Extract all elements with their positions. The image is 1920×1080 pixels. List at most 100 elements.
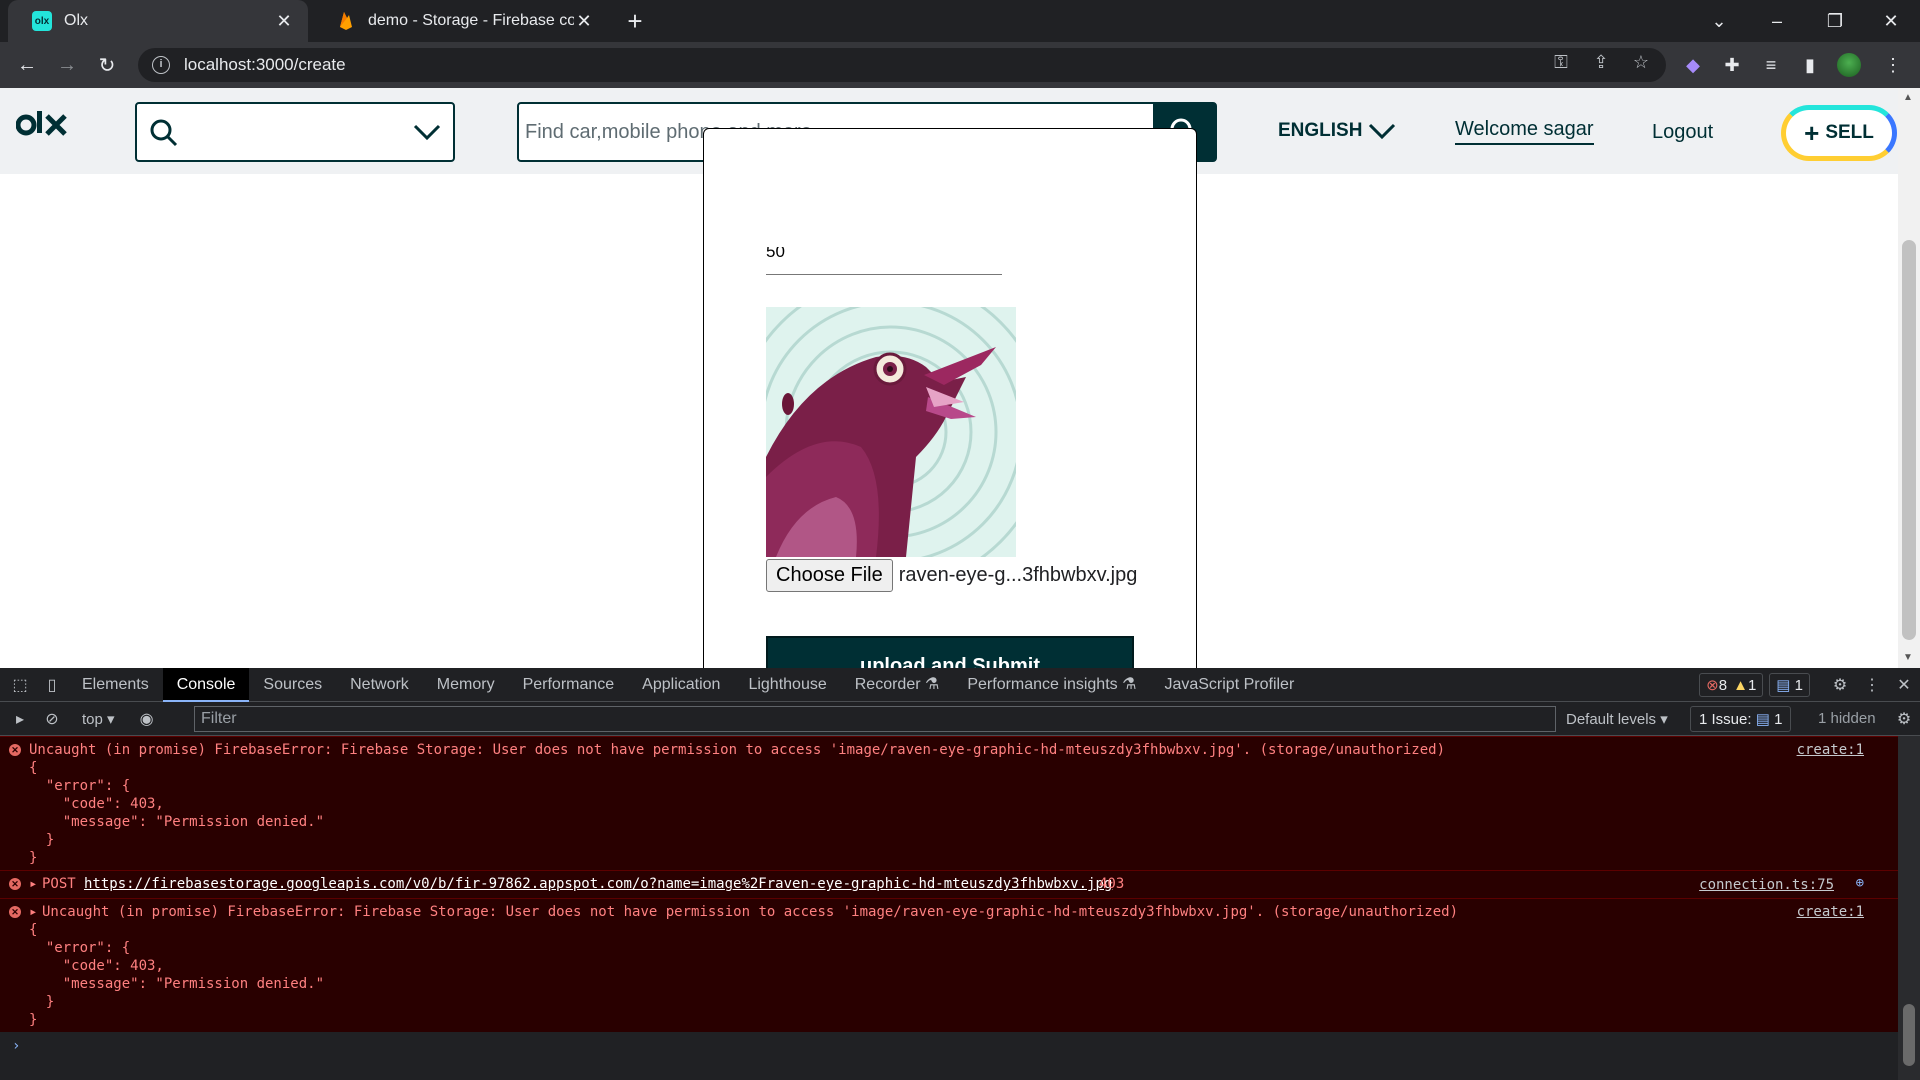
- expand-arrow-icon[interactable]: ▸: [29, 904, 37, 920]
- password-key-icon[interactable]: ⚿: [1548, 49, 1574, 75]
- message-icon: ▤: [1776, 677, 1791, 694]
- tab-search-icon[interactable]: ⌄: [1690, 0, 1748, 42]
- status-code: 403: [1099, 876, 1125, 892]
- settings-gear-icon[interactable]: ⚙: [1824, 668, 1856, 702]
- olx-logo[interactable]: [15, 108, 76, 148]
- info-count: 1: [1794, 676, 1803, 694]
- tab-olx[interactable]: olx Olx ✕: [8, 0, 308, 42]
- scroll-up-icon[interactable]: ▲: [1903, 92, 1913, 103]
- tab-memory[interactable]: Memory: [423, 668, 509, 702]
- levels-label: Default levels: [1566, 711, 1657, 728]
- tab-performance[interactable]: Performance: [509, 668, 629, 702]
- console-scrollbar[interactable]: [1898, 736, 1920, 1080]
- tab-network[interactable]: Network: [336, 668, 423, 702]
- tab-strip: olx Olx ✕ demo - Storage - Firebase cons…: [0, 0, 1920, 42]
- device-toolbar-icon[interactable]: ▯: [36, 668, 68, 702]
- error-text[interactable]: Uncaught (in promise) FirebaseError: Fir…: [29, 742, 1445, 758]
- message-icon: ▤: [1755, 711, 1770, 728]
- issues-count: 1: [1774, 710, 1783, 728]
- firebase-favicon-icon: [336, 11, 356, 31]
- console-error-message[interactable]: ✕ ▸ Uncaught (in promise) FirebaseError:…: [0, 898, 1898, 1032]
- sidebar-toggle-icon[interactable]: ▸: [4, 702, 36, 736]
- tab-performance-insights[interactable]: Performance insights ⚗: [953, 668, 1150, 702]
- reload-button[interactable]: ↻: [92, 50, 122, 80]
- welcome-user[interactable]: Welcome sagar: [1455, 118, 1594, 145]
- issues-badge[interactable]: 1 Issue: ▤ 1: [1690, 706, 1792, 732]
- json-line: }: [29, 994, 55, 1010]
- window-close-button[interactable]: ✕: [1862, 0, 1920, 42]
- bookmark-star-icon[interactable]: ☆: [1628, 49, 1654, 75]
- logout-link[interactable]: Logout: [1652, 121, 1713, 144]
- page-scrollbar[interactable]: ▲ ▼: [1898, 88, 1920, 668]
- json-line: "code": 403,: [29, 796, 164, 812]
- flask-icon: ⚗: [1122, 675, 1137, 693]
- site-info-icon[interactable]: i: [152, 56, 170, 74]
- console-prompt[interactable]: ›: [12, 1038, 20, 1054]
- chevron-down-icon[interactable]: [413, 122, 441, 147]
- source-link[interactable]: create:1: [1797, 742, 1864, 758]
- live-expression-eye-icon[interactable]: ◉: [131, 702, 163, 736]
- tab-javascript-profiler[interactable]: JavaScript Profiler: [1150, 668, 1308, 702]
- console-error-message[interactable]: ✕ Uncaught (in promise) FirebaseError: F…: [0, 736, 1898, 870]
- tab-elements[interactable]: Elements: [68, 668, 163, 702]
- forward-button[interactable]: →: [52, 50, 82, 80]
- file-input[interactable]: Choose File raven-eye-g...3fhbwbxv.jpg: [766, 559, 1137, 592]
- globe-icon[interactable]: ⊕: [1856, 875, 1864, 891]
- source-link[interactable]: connection.ts:75: [1699, 877, 1834, 893]
- expand-arrow-icon[interactable]: ▸: [29, 876, 37, 892]
- choose-file-button[interactable]: Choose File: [766, 559, 893, 592]
- restore-button[interactable]: ❐: [1806, 0, 1864, 42]
- new-tab-button[interactable]: +: [620, 6, 650, 36]
- inspect-element-icon[interactable]: ⬚: [4, 668, 36, 702]
- close-tab-icon[interactable]: ✕: [574, 11, 594, 32]
- json-line: }: [29, 832, 55, 848]
- url-text: localhost:3000/create: [184, 55, 346, 74]
- tab-title: demo - Storage - Firebase consol: [368, 12, 574, 29]
- tab-sources[interactable]: Sources: [249, 668, 336, 702]
- log-levels-dropdown[interactable]: Default levels ▾: [1566, 710, 1668, 728]
- tab-recorder[interactable]: Recorder ⚗: [841, 668, 954, 702]
- json-line: "error": {: [29, 940, 131, 956]
- scroll-down-icon[interactable]: ▼: [1903, 652, 1913, 663]
- request-url-link[interactable]: https://firebasestorage.googleapis.com/v…: [84, 876, 1112, 892]
- hidden-count: 1 hidden: [1818, 710, 1876, 727]
- console-network-error[interactable]: ✕ ▸ POST https://firebasestorage.googlea…: [0, 870, 1898, 898]
- browser-menu-icon[interactable]: ⋮: [1880, 52, 1906, 78]
- language-selector[interactable]: ENGLISH: [1278, 120, 1396, 142]
- tab-lighthouse[interactable]: Lighthouse: [734, 668, 840, 702]
- sell-button[interactable]: + SELL: [1781, 105, 1897, 161]
- media-queue-icon[interactable]: ≡: [1758, 52, 1784, 78]
- info-count-badge[interactable]: ▤ 1: [1769, 673, 1810, 697]
- side-panel-icon[interactable]: ▮: [1797, 52, 1823, 78]
- context-selector[interactable]: top ▾: [82, 710, 115, 728]
- console-output: ✕ Uncaught (in promise) FirebaseError: F…: [0, 736, 1898, 1080]
- performance-insights-label: Performance insights: [967, 675, 1118, 693]
- more-options-icon[interactable]: ⋮: [1856, 668, 1888, 702]
- minimize-button[interactable]: –: [1748, 0, 1806, 42]
- profile-avatar[interactable]: [1836, 52, 1862, 78]
- tab-application[interactable]: Application: [628, 668, 734, 702]
- console-settings-icon[interactable]: ⚙: [1888, 702, 1920, 736]
- tab-firebase[interactable]: demo - Storage - Firebase consol ✕: [312, 0, 608, 42]
- clear-console-icon[interactable]: ⊘: [36, 702, 68, 736]
- file-name: raven-eye-g...3fhbwbxv.jpg: [898, 564, 1138, 586]
- extension-icon[interactable]: ◆: [1680, 52, 1706, 78]
- share-icon[interactable]: ⇪: [1588, 49, 1614, 75]
- context-label: top: [82, 710, 103, 728]
- upload-submit-button[interactable]: upload and Submit: [766, 636, 1134, 668]
- source-link[interactable]: create:1: [1797, 904, 1864, 920]
- back-button[interactable]: ←: [12, 50, 42, 80]
- extensions-puzzle-icon[interactable]: ✚: [1719, 52, 1745, 78]
- close-devtools-icon[interactable]: ✕: [1888, 668, 1920, 702]
- tab-console[interactable]: Console: [162, 667, 250, 702]
- warning-icon: ▲: [1733, 676, 1748, 694]
- price-input[interactable]: 50: [766, 247, 1002, 275]
- message-counts[interactable]: ⊗ 8 ▲ 1: [1699, 673, 1764, 697]
- close-tab-icon[interactable]: ✕: [274, 11, 294, 32]
- address-bar[interactable]: i localhost:3000/create: [138, 48, 1666, 82]
- scroll-thumb[interactable]: [1902, 240, 1916, 640]
- scroll-thumb[interactable]: [1903, 1004, 1915, 1066]
- console-filter-input[interactable]: Filter: [194, 706, 1556, 732]
- error-text[interactable]: Uncaught (in promise) FirebaseError: Fir…: [42, 904, 1458, 920]
- location-search[interactable]: [135, 102, 455, 162]
